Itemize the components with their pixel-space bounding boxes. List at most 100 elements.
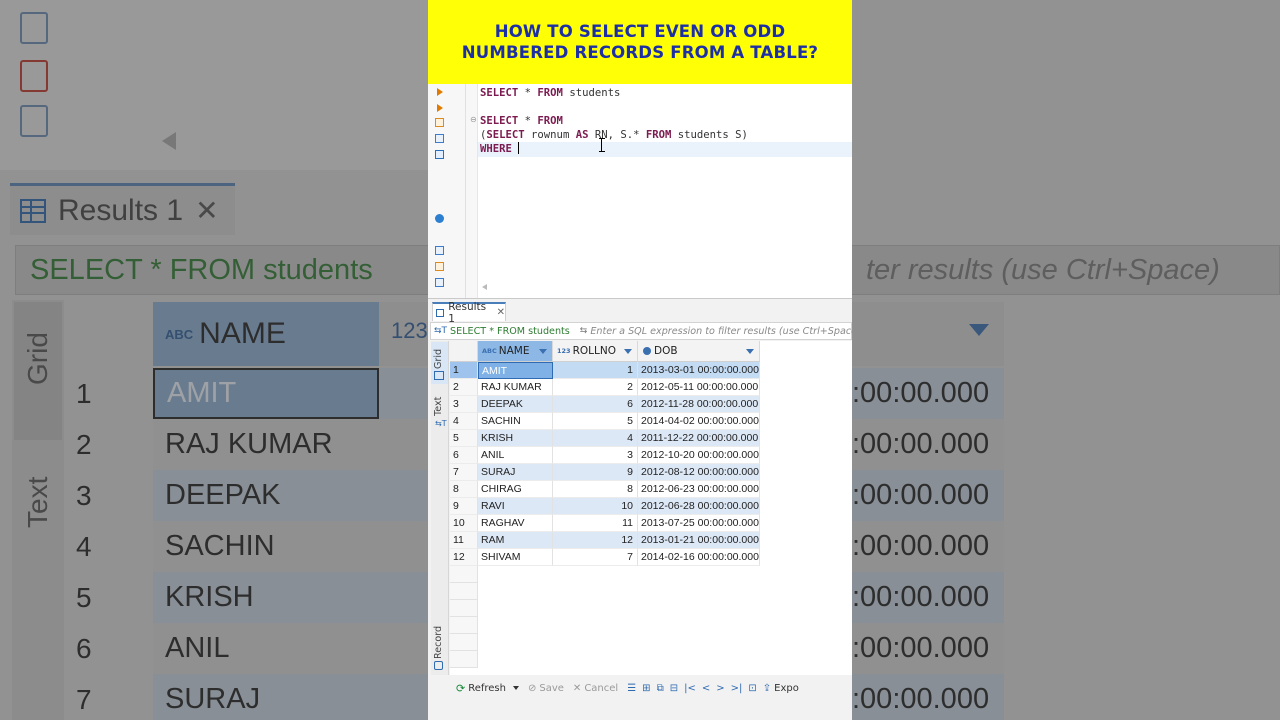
table-row[interactable]: 1 AMIT 1 2013-03-01 00:00:00.000	[450, 362, 852, 379]
table-row[interactable]: 12 SHIVAM 7 2014-02-16 00:00:00.000	[450, 549, 852, 566]
column-header-dob[interactable]: DOB	[638, 341, 760, 362]
last-page-icon[interactable]: >|	[731, 683, 743, 694]
rollno-cell[interactable]: 4	[553, 430, 638, 447]
rollno-cell[interactable]: 8	[553, 481, 638, 498]
rollno-cell[interactable]: 1	[553, 362, 638, 379]
filter-input[interactable]: Enter a SQL expression to filter results…	[590, 326, 852, 337]
dob-cell[interactable]: 2012-11-28 00:00:00.000	[638, 396, 760, 413]
column-header-rollno[interactable]: 123 ROLLNO	[553, 341, 638, 362]
fetch-all-icon[interactable]: ⊡	[748, 683, 756, 694]
explain-plan-icon[interactable]	[435, 118, 444, 127]
name-cell[interactable]: RAGHAV	[478, 515, 553, 532]
name-cell[interactable]: AMIT	[478, 362, 553, 379]
export-doc-icon[interactable]	[435, 246, 444, 255]
rollno-cell[interactable]: 11	[553, 515, 638, 532]
dob-cell[interactable]: 2014-02-16 00:00:00.000	[638, 549, 760, 566]
row-number-cell[interactable]: 1	[450, 362, 478, 379]
chevron-down-icon[interactable]	[746, 349, 754, 354]
results-grid[interactable]: ABC NAME 123 ROLLNO DOB 1 AMIT 1 2013-03-01…	[450, 341, 852, 675]
table-row[interactable]: 9 RAVI 10 2012-06-28 00:00:00.000	[450, 498, 852, 515]
sql-editor[interactable]: ⊖ SELECT * FROM students SELECT * FROM (…	[428, 84, 852, 298]
dob-cell[interactable]: 2014-04-02 00:00:00.000	[638, 413, 760, 430]
dob-cell[interactable]: 2012-08-12 00:00:00.000	[638, 464, 760, 481]
name-cell[interactable]: RAM	[478, 532, 553, 549]
record-view-icon[interactable]	[434, 661, 443, 670]
dob-cell[interactable]: 2013-07-25 00:00:00.000	[638, 515, 760, 532]
dob-cell[interactable]: 2012-06-23 00:00:00.000	[638, 481, 760, 498]
row-number-header[interactable]	[450, 341, 478, 362]
execute-script-icon[interactable]	[437, 104, 443, 112]
rollno-cell[interactable]: 5	[553, 413, 638, 430]
row-number-cell[interactable]: 10	[450, 515, 478, 532]
rollno-cell[interactable]: 7	[553, 549, 638, 566]
rollno-cell[interactable]: 9	[553, 464, 638, 481]
name-cell[interactable]: ANIL	[478, 447, 553, 464]
output-console-icon[interactable]	[435, 150, 444, 159]
row-number-cell[interactable]: 12	[450, 549, 478, 566]
next-page-icon[interactable]: >	[716, 683, 724, 694]
dob-cell[interactable]: 2012-06-28 00:00:00.000	[638, 498, 760, 515]
row-number-cell[interactable]: 2	[450, 379, 478, 396]
scroll-left-icon[interactable]	[482, 284, 487, 290]
name-cell[interactable]: DEEPAK	[478, 396, 553, 413]
row-number-cell[interactable]: 8	[450, 481, 478, 498]
refresh-button[interactable]: ⟳ Refresh	[456, 682, 519, 695]
settings-gear-icon[interactable]	[435, 214, 444, 223]
row-number-cell[interactable]: 4	[450, 413, 478, 430]
chevron-down-icon[interactable]	[624, 349, 632, 354]
first-page-icon[interactable]: |<	[684, 683, 696, 694]
record-view-label[interactable]: Record	[433, 626, 444, 659]
rollno-cell[interactable]: 10	[553, 498, 638, 515]
name-cell[interactable]: SACHIN	[478, 413, 553, 430]
edit-row-icon[interactable]: ☰	[627, 683, 636, 694]
add-row-icon[interactable]: ⊞	[642, 683, 650, 694]
cancel-button[interactable]: ✕ Cancel	[573, 683, 618, 694]
table-row[interactable]: 2 RAJ KUMAR 2 2012-05-11 00:00:00.000	[450, 379, 852, 396]
dob-cell[interactable]: 2013-03-01 00:00:00.000	[638, 362, 760, 379]
text-view-icon[interactable]: ⇆T	[435, 419, 447, 428]
rollno-cell[interactable]: 12	[553, 532, 638, 549]
name-cell[interactable]: KRISH	[478, 430, 553, 447]
fold-marker-icon[interactable]: ⊖	[470, 115, 477, 124]
rollno-cell[interactable]: 2	[553, 379, 638, 396]
row-number-cell[interactable]: 9	[450, 498, 478, 515]
import-doc-icon[interactable]	[435, 262, 444, 271]
delete-row-icon[interactable]: ⊟	[670, 683, 678, 694]
chevron-down-icon[interactable]	[512, 686, 519, 690]
dob-cell[interactable]: 2012-05-11 00:00:00.000	[638, 379, 760, 396]
table-row[interactable]: 5 KRISH 4 2011-12-22 00:00:00.000	[450, 430, 852, 447]
table-row[interactable]: 6 ANIL 3 2012-10-20 00:00:00.000	[450, 447, 852, 464]
execute-statement-icon[interactable]	[437, 88, 443, 96]
name-cell[interactable]: RAJ KUMAR	[478, 379, 553, 396]
dob-cell[interactable]: 2011-12-22 00:00:00.000	[638, 430, 760, 447]
name-cell[interactable]: CHIRAG	[478, 481, 553, 498]
variables-doc-icon[interactable]	[435, 278, 444, 287]
grid-view-icon[interactable]	[434, 371, 444, 380]
tab-results-1[interactable]: Results 1 ✕	[432, 301, 506, 325]
row-number-cell[interactable]: 6	[450, 447, 478, 464]
table-row[interactable]: 8 CHIRAG 8 2012-06-23 00:00:00.000	[450, 481, 852, 498]
dob-cell[interactable]: 2013-01-21 00:00:00.000	[638, 532, 760, 549]
save-button[interactable]: ⊘ Save	[528, 683, 564, 694]
name-cell[interactable]: RAVI	[478, 498, 553, 515]
text-view-label[interactable]: Text	[433, 397, 444, 416]
row-number-cell[interactable]: 11	[450, 532, 478, 549]
table-row[interactable]: 4 SACHIN 5 2014-04-02 00:00:00.000	[450, 413, 852, 430]
close-icon[interactable]: ✕	[497, 307, 505, 318]
row-number-cell[interactable]: 5	[450, 430, 478, 447]
prev-page-icon[interactable]: <	[702, 683, 710, 694]
chevron-down-icon[interactable]	[539, 349, 547, 354]
load-plan-icon[interactable]	[435, 134, 444, 143]
table-row[interactable]: 10 RAGHAV 11 2013-07-25 00:00:00.000	[450, 515, 852, 532]
column-header-name[interactable]: ABC NAME	[478, 341, 553, 362]
export-button[interactable]: ⇪ Expo	[763, 683, 799, 694]
rollno-cell[interactable]: 6	[553, 396, 638, 413]
table-row[interactable]: 11 RAM 12 2013-01-21 00:00:00.000	[450, 532, 852, 549]
name-cell[interactable]: SURAJ	[478, 464, 553, 481]
rollno-cell[interactable]: 3	[553, 447, 638, 464]
row-number-cell[interactable]: 7	[450, 464, 478, 481]
dob-cell[interactable]: 2012-10-20 00:00:00.000	[638, 447, 760, 464]
grid-view-label[interactable]: Grid	[433, 349, 444, 369]
row-number-cell[interactable]: 3	[450, 396, 478, 413]
name-cell[interactable]: SHIVAM	[478, 549, 553, 566]
